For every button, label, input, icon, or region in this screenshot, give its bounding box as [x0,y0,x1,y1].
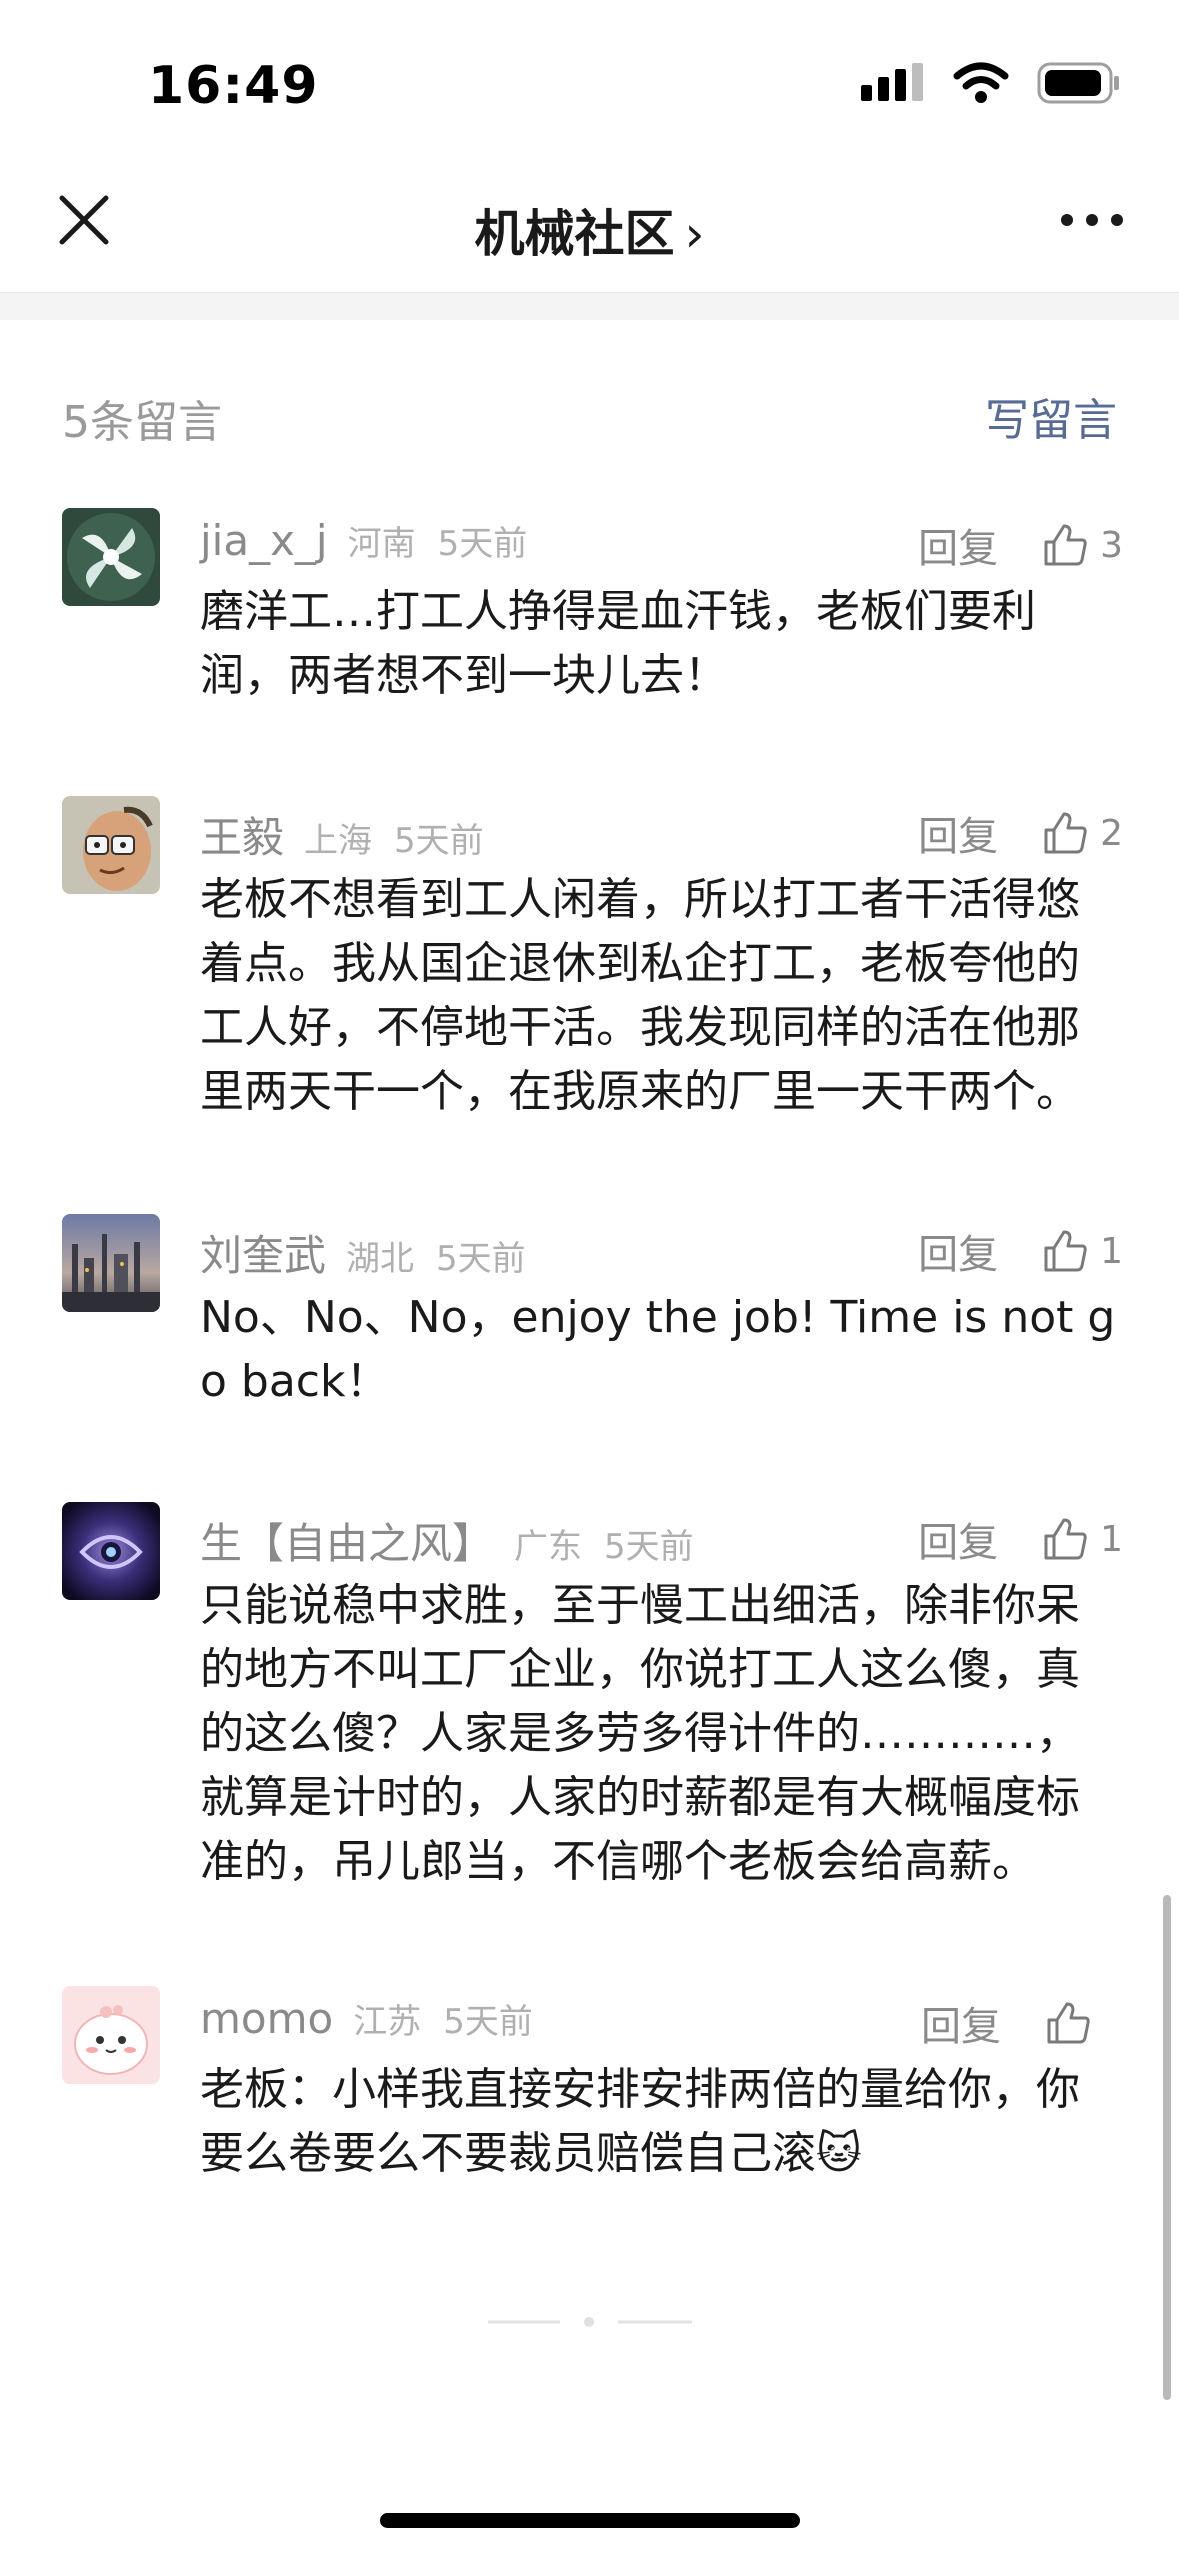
comment-username[interactable]: jia_x_j [200,516,328,565]
comment-meta: 王毅 上海 5天前 [200,804,506,864]
thumbs-up-icon[interactable] [1040,1226,1090,1276]
comment-actions: 回复 [921,1994,1123,2052]
write-comment-button[interactable]: 写留言 [985,384,1117,448]
comment-region: 广东 [514,1527,583,1567]
home-indicator[interactable] [380,2513,800,2528]
scrollbar[interactable] [1163,1895,1171,2400]
comment-username[interactable]: 刘奎武 [200,1222,326,1283]
avatar[interactable] [62,1214,160,1312]
comment-meta: momo 江苏 5天前 [200,1994,555,2054]
comment-username[interactable]: 生【自由之风】 [200,1510,494,1571]
comment-region: 河南 [347,524,416,564]
comment-content: 磨洋工…打工人挣得是血汗钱，老板们要利润，两者想不到一块儿去！ [200,586,1036,701]
thumbs-up-icon[interactable] [1040,1514,1090,1564]
comment-region: 江苏 [353,2002,422,2042]
comment-content: 老板：小样我直接安排安排两倍的量给你，你要么卷要么不要裁员赔偿自己滚🐱 [200,2064,1080,2179]
comment-username[interactable]: 王毅 [200,804,284,865]
more-icon[interactable] [1057,208,1127,232]
like-count: 1 [1100,1518,1123,1560]
end-of-list-marker [488,2317,692,2327]
comment-time: 5天前 [443,2002,533,2042]
comment-time: 5天前 [394,821,484,861]
wifi-icon [953,62,1009,103]
comment-region: 湖北 [346,1239,415,1279]
avatar-swirl-image [62,1502,160,1600]
chevron-right-icon: › [684,205,705,263]
comment-meta: 生【自由之风】 广东 5天前 [200,1510,716,1570]
reply-button[interactable]: 回复 [918,1510,998,1568]
avatar[interactable] [62,1986,160,2084]
comments-header: 5条留言 写留言 [0,380,1179,450]
reply-button[interactable]: 回复 [921,1994,1001,2052]
page-title[interactable]: 机械社区 › [0,194,1179,266]
avatar-cartoon-face-image [62,796,160,894]
comment-actions: 回复 1 [918,1222,1123,1280]
thumbs-up-icon[interactable] [1043,1998,1093,2048]
comment-meta: 刘奎武 湖北 5天前 [200,1222,548,1282]
status-bar: 16:49 [0,0,1179,150]
section-divider [0,292,1179,320]
comment-actions: 回复 1 [918,1510,1123,1568]
comment-content: No、No、No，enjoy the job! Time is not go b… [200,1292,1116,1407]
avatar-pinwheel-image [62,508,160,606]
battery-icon [1037,62,1119,104]
comment-time: 5天前 [436,1239,526,1279]
comment-content: 只能说稳中求胜，至于慢工出细活，除非你呆的地方不叫工厂企业，你说打工人这么傻，真… [200,1580,1080,1887]
like-count: 3 [1100,524,1123,566]
cellular-signal-icon [861,63,923,101]
status-icons [861,62,1121,104]
like-count: 2 [1100,812,1123,854]
comment-count: 5条留言 [62,397,222,448]
reply-button[interactable]: 回复 [918,804,998,862]
avatar[interactable] [62,508,160,606]
comment-actions: 回复 3 [918,516,1123,574]
avatar[interactable] [62,1502,160,1600]
like-count: 1 [1100,1230,1123,1272]
thumbs-up-icon[interactable] [1040,808,1090,858]
avatar-industrial-skyline-image [62,1214,160,1312]
comment-actions: 回复 2 [918,804,1123,862]
comment-time: 5天前 [604,1527,694,1567]
comment-content: 老板不想看到工人闲着，所以打工者干活得悠着点。我从国企退休到私企打工，老板夸他的… [200,874,1080,1117]
status-time: 16:49 [148,56,319,116]
avatar[interactable] [62,796,160,894]
reply-button[interactable]: 回复 [918,516,998,574]
thumbs-up-icon[interactable] [1040,520,1090,570]
comment-time: 5天前 [437,524,528,564]
reply-button[interactable]: 回复 [918,1222,998,1280]
comment-region: 上海 [304,821,373,861]
page-title-text: 机械社区 [474,205,675,263]
avatar-pink-character-image [62,1986,160,2084]
comment-username[interactable]: momo [200,1994,333,2043]
comment-meta: jia_x_j 河南 5天前 [200,516,549,576]
nav-bar: 机械社区 › [0,150,1179,292]
